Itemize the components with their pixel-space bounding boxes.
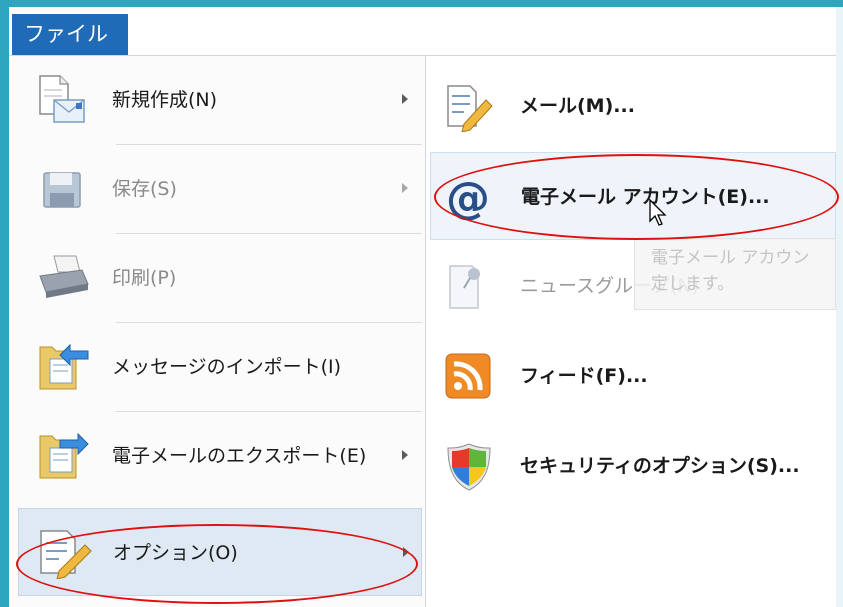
options-submenu-pane: メール(M)... @ 電子メール アカウント(E)... ニュースグループ(N… — [426, 56, 836, 607]
file-tab[interactable]: ファイル — [12, 14, 128, 55]
submenu-arrow-icon — [402, 183, 408, 193]
highlight-ellipse-email-account — [434, 154, 839, 240]
printer-icon — [36, 252, 94, 304]
mail-pencil-icon — [444, 82, 494, 133]
menu-item-label: 電子メールのエクスポート(E) — [112, 445, 367, 467]
rss-feed-icon — [444, 352, 494, 402]
submenu-item-feed[interactable]: フィード(F)... — [430, 332, 836, 420]
submenu-arrow-icon — [402, 94, 408, 104]
menu-item-print[interactable]: 印刷(P) — [18, 234, 422, 322]
tooltip-line: 電子メール アカウン — [651, 248, 810, 268]
menu-item-import[interactable]: メッセージのインポート(I) — [18, 323, 422, 411]
window-frame-left — [0, 0, 9, 607]
menu-item-label: 印刷(P) — [112, 267, 177, 289]
menu-item-new[interactable]: 新規作成(N) — [18, 56, 422, 144]
submenu-item-label: セキュリティのオプション(S)... — [520, 455, 800, 477]
submenu-item-security[interactable]: セキュリティのオプション(S)... — [430, 422, 836, 510]
tooltip: 電子メール アカウン 定します。 — [634, 238, 836, 310]
new-document-icon — [36, 74, 94, 126]
submenu-item-mail[interactable]: メール(M)... — [430, 62, 836, 150]
save-disk-icon — [36, 163, 94, 215]
menu-item-save[interactable]: 保存(S) — [18, 145, 422, 233]
mouse-cursor-icon — [649, 198, 667, 227]
window-frame-top — [0, 0, 843, 7]
submenu-arrow-icon — [402, 450, 408, 460]
import-folder-icon — [36, 341, 94, 393]
newsgroup-pin-icon — [444, 262, 494, 312]
menu-item-label: 保存(S) — [112, 178, 177, 200]
menu-item-label: メッセージのインポート(I) — [112, 356, 342, 378]
highlight-ellipse-options — [16, 524, 418, 604]
security-shield-icon — [444, 442, 494, 492]
window-frame-right — [836, 7, 843, 607]
ribbon-tab-row — [9, 7, 836, 56]
submenu-item-label: メール(M)... — [520, 95, 635, 117]
submenu-item-label: フィード(F)... — [520, 365, 648, 387]
menu-item-label: 新規作成(N) — [112, 89, 218, 111]
menu-item-export[interactable]: 電子メールのエクスポート(E) — [18, 412, 422, 500]
export-folder-icon — [36, 430, 94, 482]
tooltip-line: 定します。 — [651, 274, 735, 294]
